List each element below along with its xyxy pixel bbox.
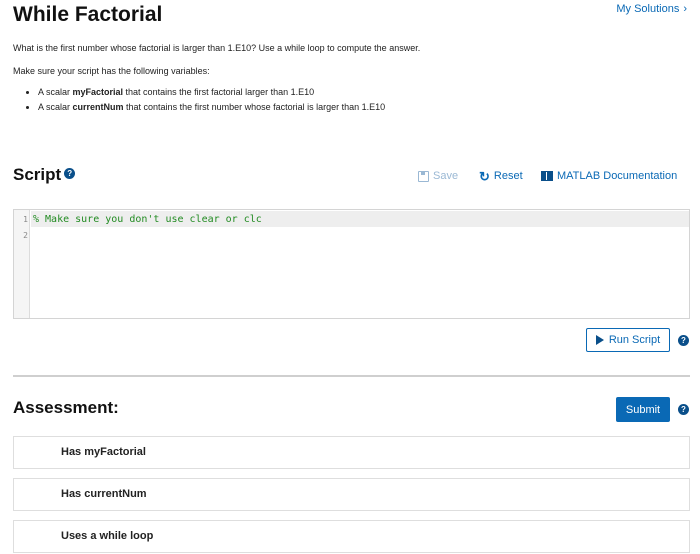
line-number: 2 [23,231,28,240]
run-script-button[interactable]: Run Script [586,328,670,352]
problem-requirements: Make sure your script has the following … [13,66,210,76]
help-icon[interactable]: ? [678,335,689,346]
assessment-item-label: Has currentNum [61,488,147,500]
variable-item: A scalar myFactorial that contains the f… [25,87,385,102]
assessment-item-label: Has myFactorial [61,446,146,458]
variable-name: currentNum [72,102,124,112]
chevron-right-icon: › [683,3,687,15]
book-icon [541,171,553,181]
assessment-heading: Assessment: [13,398,119,417]
code-editor[interactable]: 1 2 % Make sure you don't use clear or c… [13,209,690,319]
my-solutions-link[interactable]: My Solutions › [616,3,687,15]
section-divider [13,375,690,377]
submit-button[interactable]: Submit [616,397,670,422]
save-icon [418,170,429,182]
assessment-item[interactable]: Has currentNum [13,478,690,511]
line-number: 1 [23,215,28,224]
code-line[interactable]: % Make sure you don't use clear or clc [33,214,262,225]
assessment-item-label: Uses a while loop [61,530,154,542]
reset-button[interactable]: ↻ Reset [479,168,523,184]
variable-name: myFactorial [72,87,124,97]
page-title: While Factorial [13,3,163,26]
help-icon[interactable]: ? [678,404,689,415]
help-icon[interactable]: ? [64,168,76,180]
assessment-item[interactable]: Has myFactorial [13,436,690,469]
matlab-documentation-link[interactable]: MATLAB Documentation [541,170,677,182]
problem-description: What is the first number whose factorial… [13,43,421,53]
variable-item: A scalar currentNum that contains the fi… [25,102,385,117]
play-icon [595,335,604,345]
assessment-item[interactable]: Uses a while loop [13,520,690,553]
reset-icon: ↻ [479,168,490,184]
variable-list: A scalar myFactorial that contains the f… [25,87,385,117]
save-button[interactable]: Save [418,170,458,182]
my-solutions-label: My Solutions [616,3,680,15]
line-number-gutter: 1 2 [14,210,30,318]
script-heading: Script? [13,165,76,185]
